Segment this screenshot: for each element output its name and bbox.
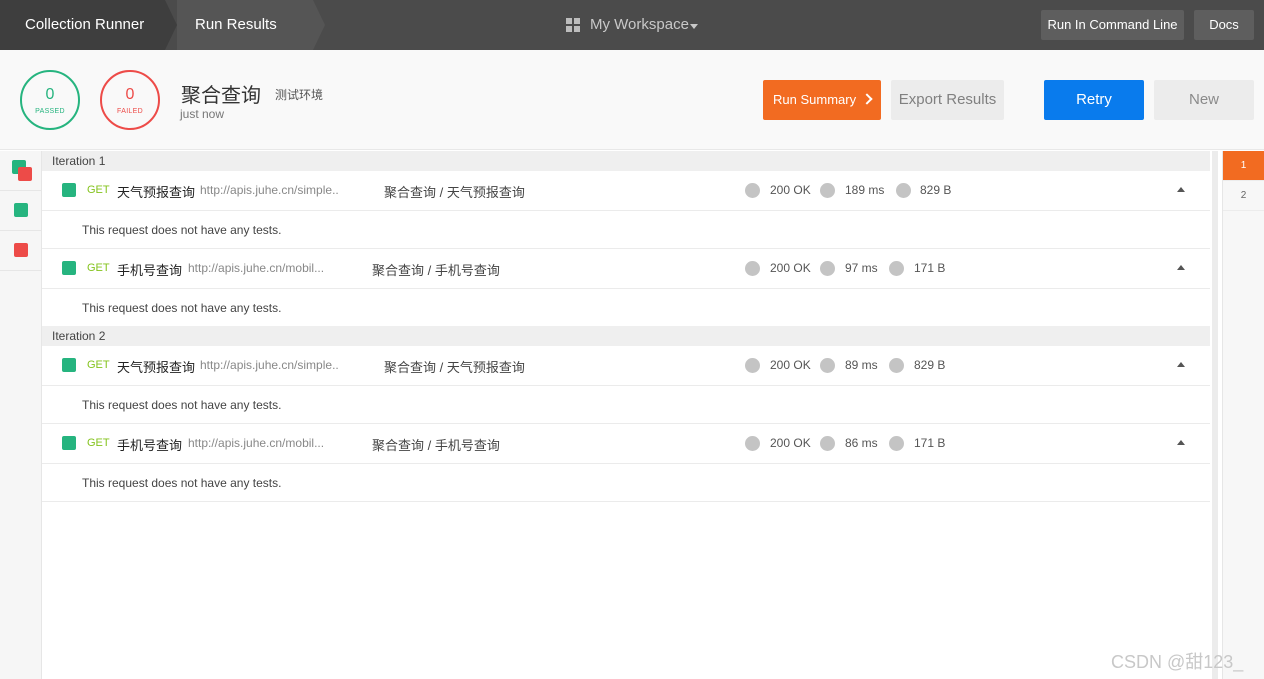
failed-count: 0 [125,86,135,103]
workspace-label: My Workspace [590,16,689,33]
pass-status-icon [14,203,28,217]
breadcrumb-collection-runner[interactable]: Collection Runner [0,0,165,50]
failed-counter: 0 FAILED [100,70,160,130]
request-name: 手机号查询 [117,438,183,453]
request-status-icon [62,261,76,275]
collapse-caret-icon[interactable] [1177,440,1185,445]
request-method: GET [87,262,110,274]
request-method: GET [87,437,110,449]
request-method: GET [87,184,110,196]
breadcrumb-separator [313,0,325,50]
status-dot-icon [745,261,760,276]
iteration-navigator: 1 2 [1222,151,1264,679]
results-list: Iteration 1 GET 天气预报查询 http://apis.juhe.… [42,151,1210,679]
passed-counter: 0 PASSED [20,70,80,130]
collection-name: 聚合查询 [181,83,261,107]
request-note: This request does not have any tests. [42,386,1210,424]
request-row[interactable]: GET 手机号查询 http://apis.juhe.cn/mobil... 聚… [42,249,1210,289]
scrollbar[interactable] [1212,151,1218,679]
request-name: 手机号查询 [117,263,183,278]
request-url: http://apis.juhe.cn/simple.. [200,358,339,372]
iteration-header: Iteration 2 [42,326,1210,346]
request-row[interactable]: GET 天气预报查询 http://apis.juhe.cn/simple.. … [42,171,1210,211]
size-dot-icon [896,183,911,198]
request-note: This request does not have any tests. [42,211,1210,249]
run-summary-label: Run Summary [773,92,857,107]
passed-count: 0 [45,86,55,103]
request-name: 天气预报查询 [117,185,196,200]
run-time: just now [180,107,225,121]
passed-label: PASSED [35,108,65,115]
collapse-caret-icon[interactable] [1177,265,1185,270]
docs-button[interactable]: Docs [1194,10,1254,40]
request-url: http://apis.juhe.cn/mobil... [188,261,325,275]
workspace-grid-icon [566,18,580,32]
status-dot-icon [745,358,760,373]
time-dot-icon [820,183,835,198]
chevron-down-icon [690,24,698,29]
request-url: http://apis.juhe.cn/mobil... [188,436,325,450]
response-status: 200 OK [770,183,811,197]
request-path: 聚合查询 / 天气预报查询 [384,360,525,375]
watermark: CSDN @甜123_ [1111,652,1244,672]
environment-name: 测试环境 [275,88,324,102]
response-time: 86 ms [845,436,878,450]
chevron-right-icon [861,93,873,105]
response-size: 171 B [914,436,946,450]
request-url: http://apis.juhe.cn/simple.. [200,183,339,197]
size-dot-icon [889,358,904,373]
size-dot-icon [889,261,904,276]
run-summary-button[interactable]: Run Summary [763,80,881,120]
request-note: This request does not have any tests. [42,464,1210,502]
request-path: 聚合查询 / 天气预报查询 [384,185,525,200]
response-time: 89 ms [845,358,878,372]
iteration-header: Iteration 1 [42,151,1210,171]
breadcrumb-run-results[interactable]: Run Results [177,0,313,50]
iteration-nav-item-2[interactable]: 2 [1223,181,1264,211]
request-note: This request does not have any tests. [42,289,1210,327]
time-dot-icon [820,261,835,276]
retry-button[interactable]: Retry [1044,80,1144,120]
request-name: 天气预报查询 [117,360,196,375]
request-row[interactable]: GET 天气预报查询 http://apis.juhe.cn/simple.. … [42,346,1210,386]
request-status-icon [62,436,76,450]
response-status: 200 OK [770,436,811,450]
response-status: 200 OK [770,358,811,372]
response-time: 97 ms [845,261,878,275]
request-method: GET [87,359,110,371]
fail-status-icon [18,167,32,181]
collapse-caret-icon[interactable] [1177,187,1185,192]
export-results-button[interactable]: Export Results [891,80,1004,120]
response-size: 829 B [920,183,952,197]
overall-status-cell[interactable] [0,151,41,191]
new-button[interactable]: New [1154,80,1254,120]
collapse-caret-icon[interactable] [1177,362,1185,367]
request-status-icon [62,358,76,372]
size-dot-icon [889,436,904,451]
response-size: 171 B [914,261,946,275]
time-dot-icon [820,358,835,373]
status-dot-icon [745,183,760,198]
failed-label: FAILED [117,108,143,115]
request-path: 聚合查询 / 手机号查询 [372,438,500,453]
status-dot-icon [745,436,760,451]
time-dot-icon [820,436,835,451]
request-status-icon [62,183,76,197]
failed-filter-cell[interactable] [0,231,41,271]
iteration-nav-item-1[interactable]: 1 [1223,151,1264,181]
response-time: 189 ms [845,183,885,197]
request-row[interactable]: GET 手机号查询 http://apis.juhe.cn/mobil... 聚… [42,424,1210,464]
request-path: 聚合查询 / 手机号查询 [372,263,500,278]
passed-filter-cell[interactable] [0,191,41,231]
fail-status-icon [14,243,28,257]
response-size: 829 B [914,358,946,372]
response-status: 200 OK [770,261,811,275]
top-bar: Collection Runner Run Results My Workspa… [0,0,1264,50]
run-in-command-line-button[interactable]: Run In Command Line [1041,10,1184,40]
run-summary-header: 0 PASSED 0 FAILED 聚合查询 测试环境 just now Run… [0,50,1264,150]
breadcrumb-separator [165,0,177,50]
left-status-strip [0,151,42,679]
